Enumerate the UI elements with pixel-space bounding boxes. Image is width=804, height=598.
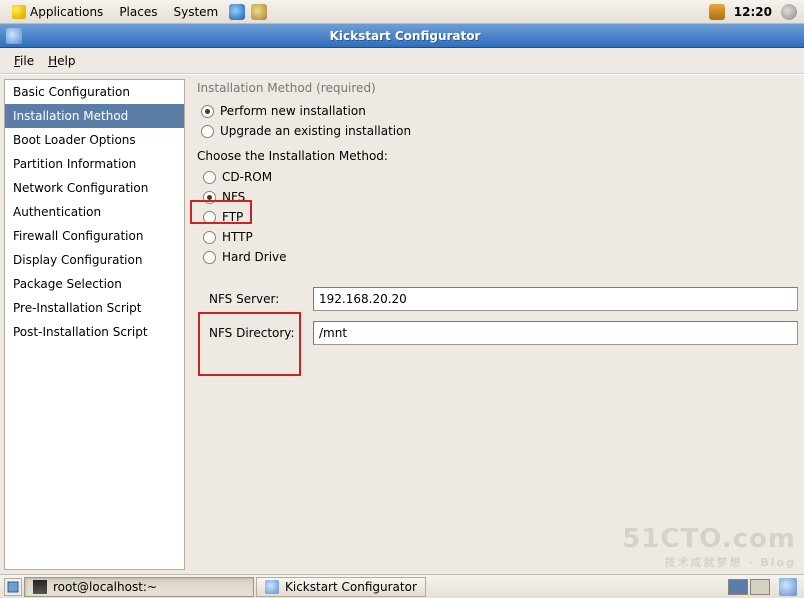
taskbar-kickstart[interactable]: Kickstart Configurator: [256, 577, 426, 597]
sidebar-item-label: Basic Configuration: [13, 85, 130, 99]
applications-icon: [12, 5, 26, 19]
radio-cdrom-label: CD-ROM: [222, 170, 272, 184]
radio-new-install[interactable]: [201, 105, 214, 118]
sidebar-item-label: Pre-Installation Script: [13, 301, 142, 315]
gnome-top-panel: Applications Places System 12:20: [0, 0, 804, 24]
method-section-label: Choose the Installation Method:: [195, 141, 798, 167]
terminal-icon: [33, 580, 47, 594]
radio-nfs-label: NFS: [222, 190, 245, 204]
method-radio-group: CD-ROM NFS FTP HTTP Hard Drive: [195, 167, 798, 267]
radio-http[interactable]: [203, 231, 216, 244]
sidebar-item-authentication[interactable]: Authentication: [5, 200, 184, 224]
taskbar-terminal-label: root@localhost:~: [53, 580, 157, 594]
panel-clock[interactable]: 12:20: [728, 5, 778, 19]
radio-row-nfs[interactable]: NFS: [197, 187, 798, 207]
show-desktop-button[interactable]: [4, 578, 22, 596]
nfs-directory-label: NFS Directory:: [209, 326, 305, 340]
radio-cdrom[interactable]: [203, 171, 216, 184]
radio-harddrive-label: Hard Drive: [222, 250, 287, 264]
sidebar-item-package-selection[interactable]: Package Selection: [5, 272, 184, 296]
radio-new-install-label: Perform new installation: [220, 104, 366, 118]
sidebar-item-pre-installation-script[interactable]: Pre-Installation Script: [5, 296, 184, 320]
panel-launcher-1[interactable]: [226, 2, 248, 22]
nfs-directory-input[interactable]: [313, 321, 798, 345]
radio-row-harddrive[interactable]: Hard Drive: [197, 247, 798, 267]
sidebar-item-boot-loader-options[interactable]: Boot Loader Options: [5, 128, 184, 152]
app-menubar: File Help: [0, 48, 804, 74]
radio-row-cdrom[interactable]: CD-ROM: [197, 167, 798, 187]
trash-icon: [779, 578, 797, 596]
sidebar-item-network-configuration[interactable]: Network Configuration: [5, 176, 184, 200]
radio-ftp[interactable]: [203, 211, 216, 224]
window-title: Kickstart Configurator: [28, 29, 782, 43]
panel-system[interactable]: System: [165, 3, 226, 21]
radio-row-upgrade[interactable]: Upgrade an existing installation: [195, 121, 798, 141]
workspace-2[interactable]: [750, 579, 770, 595]
radio-row-http[interactable]: HTTP: [197, 227, 798, 247]
sidebar-item-label: Display Configuration: [13, 253, 142, 267]
globe-icon: [229, 4, 245, 20]
sidebar-item-label: Partition Information: [13, 157, 136, 171]
section-title: Installation Method (required): [195, 79, 798, 101]
panel-places-label: Places: [119, 5, 157, 19]
window-titlebar[interactable]: Kickstart Configurator: [0, 24, 804, 48]
gnome-bottom-panel: root@localhost:~ Kickstart Configurator: [0, 574, 804, 598]
sidebar-item-label: Post-Installation Script: [13, 325, 148, 339]
radio-upgrade-label: Upgrade an existing installation: [220, 124, 411, 138]
sidebar-item-display-configuration[interactable]: Display Configuration: [5, 248, 184, 272]
disk-icon: [251, 4, 267, 20]
app-icon: [6, 28, 22, 44]
panel-system-label: System: [173, 5, 218, 19]
menu-help[interactable]: Help: [42, 51, 81, 71]
nfs-server-label: NFS Server:: [209, 292, 305, 306]
taskbar-terminal[interactable]: root@localhost:~: [24, 577, 254, 597]
menu-help-label: elp: [57, 54, 75, 68]
workspace-switcher[interactable]: [728, 579, 770, 595]
taskbar-kickstart-label: Kickstart Configurator: [285, 580, 417, 594]
sidebar-item-installation-method[interactable]: Installation Method: [5, 104, 184, 128]
panel-volume[interactable]: [778, 2, 800, 22]
sidebar-item-label: Boot Loader Options: [13, 133, 136, 147]
main-area: Basic Configuration Installation Method …: [0, 74, 804, 574]
radio-ftp-label: FTP: [222, 210, 243, 224]
sidebar-item-post-installation-script[interactable]: Post-Installation Script: [5, 320, 184, 344]
menu-file-label: ile: [20, 54, 34, 68]
radio-row-new-install[interactable]: Perform new installation: [195, 101, 798, 121]
panel-places[interactable]: Places: [111, 3, 165, 21]
radio-nfs[interactable]: [203, 191, 216, 204]
sidebar-item-firewall-configuration[interactable]: Firewall Configuration: [5, 224, 184, 248]
panel-applications[interactable]: Applications: [4, 3, 111, 21]
sidebar-item-partition-information[interactable]: Partition Information: [5, 152, 184, 176]
kickstart-icon: [265, 580, 279, 594]
sidebar-item-label: Network Configuration: [13, 181, 148, 195]
radio-http-label: HTTP: [222, 230, 253, 244]
sidebar-item-label: Package Selection: [13, 277, 122, 291]
sidebar: Basic Configuration Installation Method …: [4, 79, 185, 570]
content-pane: Installation Method (required) Perform n…: [185, 75, 804, 574]
panel-update-icon[interactable]: [706, 2, 728, 22]
nfs-server-input[interactable]: [313, 287, 798, 311]
sidebar-item-label: Firewall Configuration: [13, 229, 143, 243]
radio-row-ftp[interactable]: FTP: [197, 207, 798, 227]
sidebar-item-label: Authentication: [13, 205, 101, 219]
sidebar-item-basic-configuration[interactable]: Basic Configuration: [5, 80, 184, 104]
box-icon: [709, 4, 725, 20]
radio-harddrive[interactable]: [203, 251, 216, 264]
panel-applications-label: Applications: [30, 5, 103, 19]
panel-launcher-2[interactable]: [248, 2, 270, 22]
panel-trash[interactable]: [776, 576, 800, 598]
sidebar-item-label: Installation Method: [13, 109, 128, 123]
menu-file[interactable]: File: [8, 51, 40, 71]
show-desktop-icon: [7, 581, 19, 593]
speaker-icon: [781, 4, 797, 20]
workspace-1[interactable]: [728, 579, 748, 595]
radio-upgrade[interactable]: [201, 125, 214, 138]
nfs-form: NFS Server: NFS Directory:: [195, 287, 798, 345]
